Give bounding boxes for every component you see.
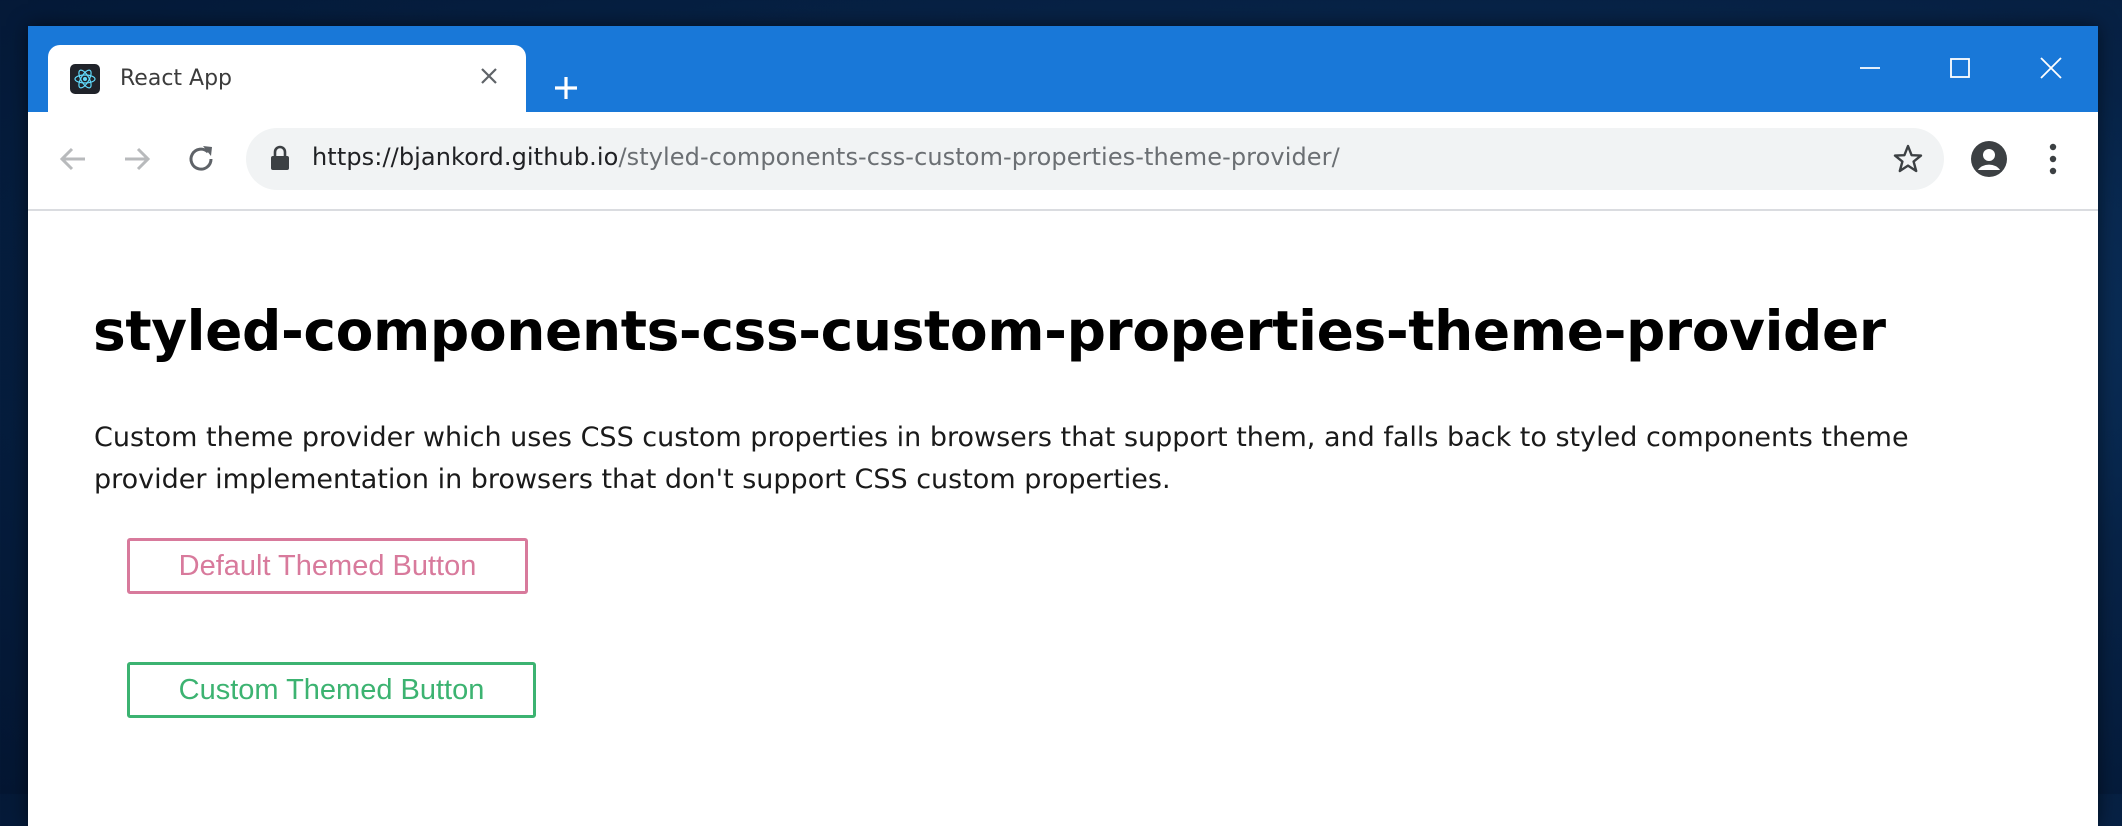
account-avatar-icon[interactable] <box>1966 136 2012 182</box>
reload-icon[interactable] <box>178 136 224 182</box>
url-text: https://bjankord.github.io/styled-compon… <box>312 143 1340 171</box>
close-tab-icon[interactable] <box>474 61 504 91</box>
close-window-icon[interactable] <box>2021 38 2081 98</box>
url-host: https://bjankord.github.io <box>312 143 619 171</box>
back-arrow-icon[interactable] <box>50 136 96 182</box>
page-title: styled-components-css-custom-properties-… <box>93 299 1886 363</box>
page-description: Custom theme provider which uses CSS cus… <box>94 422 1909 495</box>
new-tab-icon[interactable] <box>546 68 586 108</box>
browser-toolbar: https://bjankord.github.io/styled-compon… <box>28 112 2098 211</box>
browser-tab[interactable]: React App <box>48 45 526 112</box>
browser-window: React App https://bjankord.github.io/sty… <box>28 26 2098 826</box>
forward-arrow-icon[interactable] <box>114 136 160 182</box>
url-path: /styled-components-css-custom-properties… <box>618 143 1340 171</box>
minimize-icon[interactable] <box>1840 38 1900 98</box>
lock-icon <box>270 145 290 175</box>
tab-title: React App <box>120 66 233 91</box>
address-bar[interactable]: https://bjankord.github.io/styled-compon… <box>246 128 1944 190</box>
bookmark-star-icon[interactable] <box>1892 143 1924 179</box>
more-menu-icon[interactable] <box>2030 136 2076 182</box>
react-logo-icon <box>70 63 100 94</box>
custom-themed-button[interactable]: Custom Themed Button <box>127 662 536 718</box>
maximize-icon[interactable] <box>1930 38 1990 98</box>
default-themed-button[interactable]: Default Themed Button <box>127 538 528 594</box>
title-bar: React App <box>28 26 2098 112</box>
